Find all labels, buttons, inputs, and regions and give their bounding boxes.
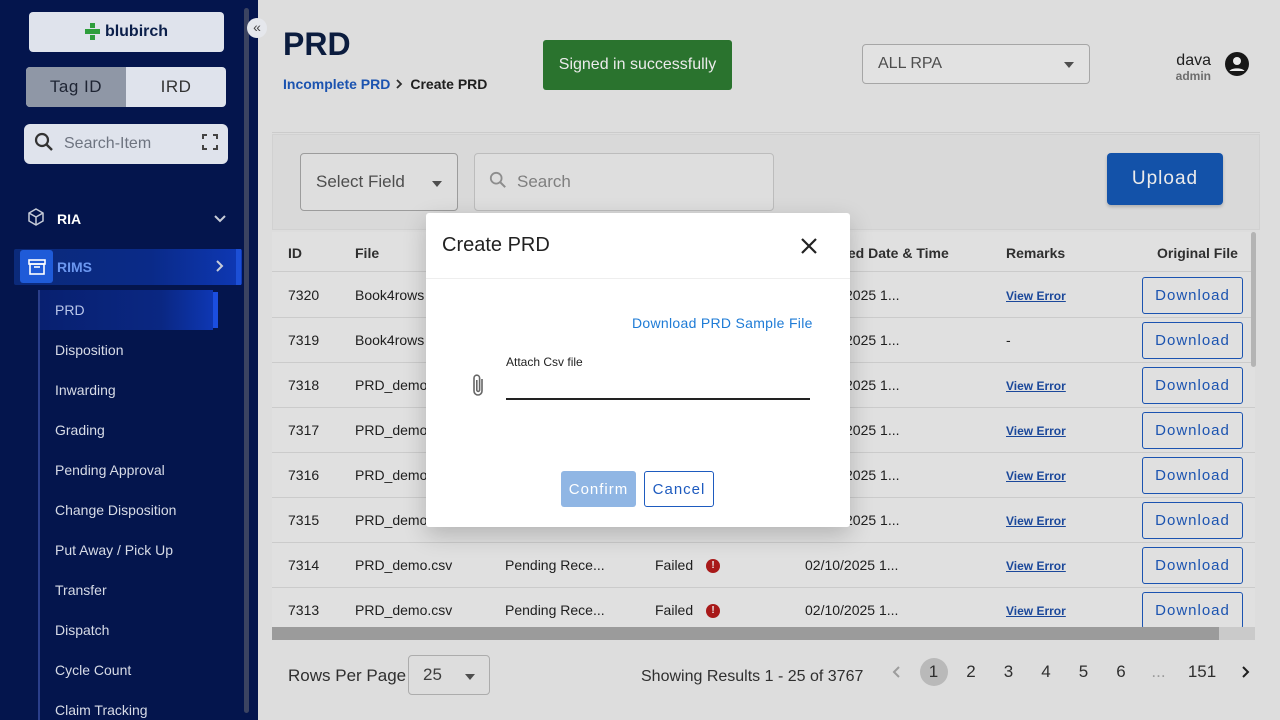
brand-name: blubirch <box>104 23 169 40</box>
cancel-button[interactable]: Cancel <box>644 471 714 507</box>
subnav-item-inwarding[interactable]: Inwarding <box>40 370 250 410</box>
sidebar: blubirch Tag ID IRD Search-Item RIA RIMS <box>0 0 258 720</box>
download-sample-link[interactable]: Download PRD Sample File <box>632 315 813 331</box>
subnav-item-label: Grading <box>55 422 105 438</box>
subnav-item-label: Disposition <box>55 342 124 358</box>
subnav-item-pending-approval[interactable]: Pending Approval <box>40 450 250 490</box>
subnav-item-transfer[interactable]: Transfer <box>40 570 250 610</box>
paperclip-icon[interactable] <box>470 373 488 399</box>
sidebar-search-input[interactable]: Search-Item <box>64 135 202 153</box>
fullscreen-icon[interactable] <box>202 133 218 155</box>
subnav-item-label: PRD <box>55 302 85 318</box>
sidebar-scrollbar[interactable] <box>244 8 249 713</box>
subnav-item-label: Claim Tracking <box>55 702 148 718</box>
archive-icon <box>20 250 53 283</box>
subnav-item-label: Dispatch <box>55 622 110 638</box>
subnav-item-label: Change Disposition <box>55 502 177 518</box>
sidebar-item-label: RIA <box>57 211 82 227</box>
subnav-item-label: Transfer <box>55 582 107 598</box>
sidebar-item-ria[interactable]: RIA <box>0 201 258 237</box>
brand-logo[interactable]: blubirch <box>29 12 224 52</box>
create-prd-dialog: Create PRD Download PRD Sample File Atta… <box>426 213 850 527</box>
subnav-item-label: Put Away / Pick Up <box>55 542 174 558</box>
attach-csv-input[interactable] <box>506 376 810 400</box>
dialog-divider <box>426 278 850 279</box>
subnav-item-dispatch[interactable]: Dispatch <box>40 610 250 650</box>
search-icon <box>34 132 54 157</box>
sidebar-item-label: RIMS <box>57 259 92 275</box>
close-icon[interactable] <box>798 235 820 257</box>
subnav-item-label: Pending Approval <box>55 462 165 478</box>
logo-mark-icon <box>84 23 100 41</box>
subnav-item-cycle-count[interactable]: Cycle Count <box>40 650 250 690</box>
active-edge <box>236 249 241 285</box>
subnav-item-disposition[interactable]: Disposition <box>40 330 250 370</box>
rims-subnav: PRD Disposition Inwarding Grading Pendin… <box>40 290 250 720</box>
chevron-right-icon <box>216 259 224 275</box>
subnav-item-prd[interactable]: PRD <box>40 290 218 330</box>
subnav-item-put-away[interactable]: Put Away / Pick Up <box>40 530 250 570</box>
confirm-button[interactable]: Confirm <box>561 471 636 507</box>
subnav-item-label: Cycle Count <box>55 662 132 678</box>
subnav-item-change-disposition[interactable]: Change Disposition <box>40 490 250 530</box>
subnav-item-label: Inwarding <box>55 382 116 398</box>
dialog-title: Create PRD <box>442 234 550 256</box>
toggle-tag-id[interactable]: Tag ID <box>26 67 126 107</box>
collapse-sidebar-icon[interactable]: « <box>247 18 267 38</box>
box-icon <box>27 207 47 231</box>
sidebar-item-rims[interactable]: RIMS <box>0 249 258 285</box>
sidebar-search[interactable]: Search-Item <box>24 124 228 164</box>
chevron-down-icon <box>214 212 226 226</box>
id-type-toggle: Tag ID IRD <box>26 67 226 107</box>
subnav-item-claim-tracking[interactable]: Claim Tracking <box>40 690 250 720</box>
attach-csv-label: Attach Csv file <box>506 355 583 369</box>
toggle-ird[interactable]: IRD <box>126 67 226 107</box>
subnav-item-grading[interactable]: Grading <box>40 410 250 450</box>
